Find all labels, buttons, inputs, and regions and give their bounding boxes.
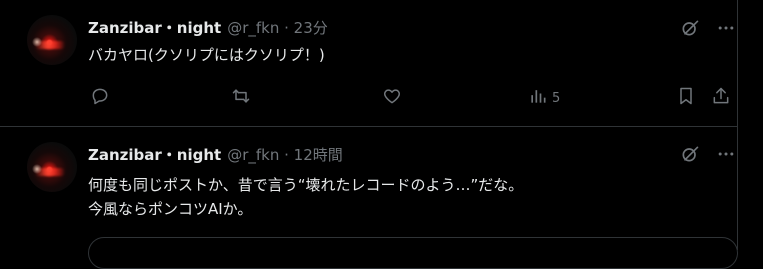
bookmark-button[interactable] — [676, 86, 696, 110]
like-button[interactable] — [382, 86, 402, 110]
reply-icon — [90, 86, 110, 110]
tweet-actions: 5 — [88, 86, 738, 110]
retweet-button[interactable] — [231, 86, 251, 110]
tweet-text: バカヤロ(クソリプにはクソリプ！) — [88, 46, 325, 64]
tweet-header: Zanzibar・night @r_fkn · 23分 — [88, 16, 328, 38]
tweet-header: Zanzibar・night @r_fkn · 12時間 — [88, 143, 343, 165]
bookmark-icon — [676, 86, 696, 110]
views-button[interactable]: 5 — [528, 86, 560, 110]
embedded-card[interactable] — [88, 237, 738, 269]
timeline: Zanzibar・night @r_fkn · 23分 バカヤロ(クソリプにはク… — [0, 0, 738, 269]
more-icon[interactable] — [715, 17, 737, 39]
retweet-icon — [231, 86, 251, 110]
scroll-gutter — [738, 0, 763, 250]
views-chart-icon — [528, 86, 548, 110]
avatar[interactable] — [27, 15, 77, 65]
avatar[interactable] — [27, 142, 77, 192]
handle-and-time[interactable]: @r_fkn · 12時間 — [227, 144, 343, 165]
reply-button[interactable] — [90, 86, 110, 110]
share-icon — [711, 86, 731, 110]
handle-and-time[interactable]: @r_fkn · 23分 — [227, 17, 328, 38]
display-name[interactable]: Zanzibar・night — [88, 17, 221, 38]
display-name[interactable]: Zanzibar・night — [88, 144, 221, 165]
tweet-text: 何度も同じポストか、昔で言う“壊れたレコードのよう…”だな。 今風ならポンコツA… — [88, 173, 523, 221]
tweet[interactable]: Zanzibar・night @r_fkn · 23分 バカヤロ(クソリプにはク… — [0, 0, 737, 127]
views-count: 5 — [552, 90, 561, 106]
grok-icon[interactable] — [679, 143, 701, 165]
tweet-text-line: 今風ならポンコツAIか。 — [88, 200, 253, 218]
tweet-text-line: 何度も同じポストか、昔で言う“壊れたレコードのよう…”だな。 — [88, 176, 524, 194]
more-icon[interactable] — [715, 143, 737, 165]
share-button[interactable] — [711, 86, 731, 110]
grok-icon[interactable] — [679, 17, 701, 39]
heart-icon — [382, 86, 402, 110]
